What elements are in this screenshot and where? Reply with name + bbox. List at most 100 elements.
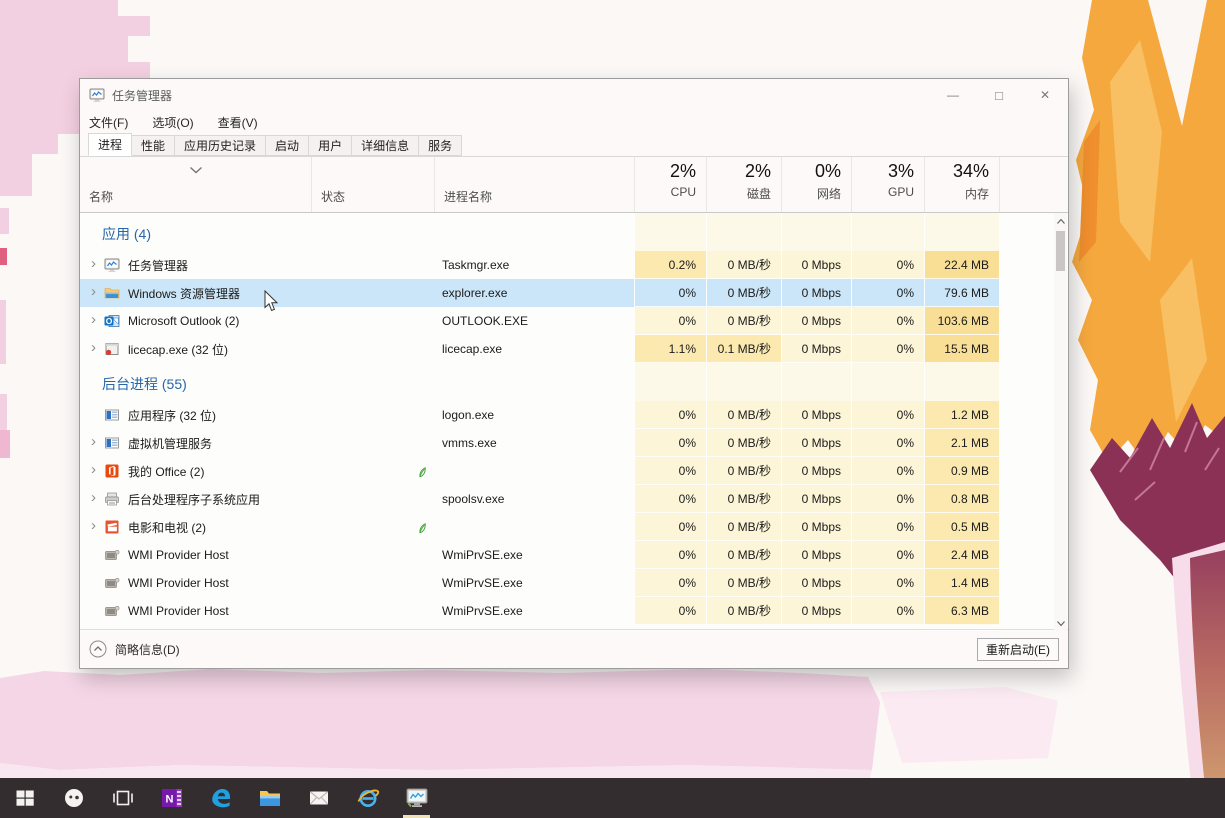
scrollbar-thumb[interactable] (1056, 231, 1065, 271)
column-network[interactable]: 0% 网络 (781, 157, 851, 212)
titlebar[interactable]: 任务管理器 — □ ✕ (80, 79, 1068, 111)
cpu-value: 0% (634, 307, 706, 335)
taskbar-mail-button[interactable] (294, 778, 343, 818)
table-row[interactable]: › 任务管理器 Taskmgr.exe 0.2% 0 MB/秒 0 Mbps 0… (80, 251, 1068, 279)
taskbar-onenote-button[interactable]: N (147, 778, 196, 818)
column-name[interactable]: 名称 (80, 157, 311, 212)
process-name-label: Microsoft Outlook (2) (128, 314, 239, 328)
defaultapp-icon (104, 407, 120, 423)
table-row[interactable]: › 应用程序 (32 位) logon.exe 0% 0 MB/秒 0 Mbps… (80, 401, 1068, 429)
table-row[interactable]: › 后台处理程序子系统应用 spoolsv.exe 0% 0 MB/秒 0 Mb… (80, 485, 1068, 513)
process-group-header[interactable]: 应用 (4) (80, 213, 1068, 251)
maximize-button[interactable]: □ (976, 79, 1022, 111)
cpu-value: 0.2% (634, 251, 706, 279)
expand-chevron-icon[interactable]: › (91, 462, 104, 477)
process-name-label: 任务管理器 (128, 257, 188, 274)
column-status[interactable]: 状态 (311, 157, 434, 212)
process-name-label: 后台处理程序子系统应用 (128, 491, 260, 508)
process-group-header[interactable]: 后台进程 (55) (80, 363, 1068, 401)
process-name-label: 应用程序 (32 位) (128, 407, 216, 424)
menu-file[interactable]: 文件(F) (89, 114, 128, 131)
cpu-value: 0% (634, 597, 706, 625)
window-controls: — □ ✕ (930, 79, 1068, 111)
cpu-value: 0% (634, 401, 706, 429)
scrollbar[interactable] (1054, 213, 1067, 631)
column-header: 名称 状态 进程名称 2% CPU 2% 磁盘 0% 网络 3% GPU (80, 157, 1068, 213)
table-row[interactable]: › WMI Provider Host WmiPrvSE.exe 0% 0 MB… (80, 569, 1068, 597)
disk-value: 0 MB/秒 (706, 429, 781, 457)
memory-value: 22.4 MB (924, 251, 999, 279)
expand-chevron-icon[interactable]: › (91, 256, 104, 271)
tab-users[interactable]: 用户 (308, 135, 352, 156)
tab-startup[interactable]: 启动 (265, 135, 309, 156)
close-button[interactable]: ✕ (1022, 79, 1068, 111)
taskbar-file-explorer-button[interactable] (245, 778, 294, 818)
expand-chevron-icon[interactable]: › (91, 434, 104, 449)
process-list: 应用 (4) › 任务管理器 Taskmgr.exe 0.2% 0 MB/秒 0… (80, 213, 1068, 631)
scroll-down-icon[interactable] (1054, 615, 1067, 631)
tab-services[interactable]: 服务 (418, 135, 462, 156)
expand-chevron-icon[interactable]: › (91, 340, 104, 355)
menu-options[interactable]: 选项(O) (152, 114, 193, 131)
disk-value: 0 MB/秒 (706, 513, 781, 541)
tab-app-history[interactable]: 应用历史记录 (174, 135, 266, 156)
table-row[interactable]: › O Microsoft Outlook (2) OUTLOOK.EXE 0%… (80, 307, 1068, 335)
svg-text:N: N (165, 794, 173, 806)
wmi-icon (104, 603, 120, 619)
table-row[interactable]: › 电影和电视 (2) 0% 0 MB/秒 0 Mbps 0% 0.5 MB (80, 513, 1068, 541)
scroll-up-icon[interactable] (1054, 213, 1067, 229)
tab-processes[interactable]: 进程 (88, 133, 132, 156)
disk-value: 0 MB/秒 (706, 251, 781, 279)
memory-value: 1.4 MB (924, 569, 999, 597)
network-value: 0 Mbps (781, 569, 851, 597)
table-row[interactable]: › WMI Provider Host WmiPrvSE.exe 0% 0 MB… (80, 597, 1068, 625)
table-row[interactable]: › WMI Provider Host WmiPrvSE.exe 0% 0 MB… (80, 541, 1068, 569)
taskbar-task-view-button[interactable] (98, 778, 147, 818)
gpu-value: 0% (851, 401, 924, 429)
expand-chevron-icon[interactable]: › (91, 312, 104, 327)
table-row[interactable]: › Windows 资源管理器 explorer.exe 0% 0 MB/秒 0… (80, 279, 1068, 307)
network-value: 0 Mbps (781, 485, 851, 513)
column-gpu[interactable]: 3% GPU (851, 157, 924, 212)
cpu-value: 1.1% (634, 335, 706, 363)
gpu-value: 0% (851, 429, 924, 457)
column-process-name[interactable]: 进程名称 (434, 157, 634, 212)
memory-value: 0.8 MB (924, 485, 999, 513)
taskbar-cortana-button[interactable] (49, 778, 98, 818)
suspended-leaf-icon (413, 520, 428, 535)
expand-chevron-icon[interactable]: › (91, 518, 104, 533)
process-name-label: 虚拟机管理服务 (128, 435, 212, 452)
taskbar-edge-button[interactable] (196, 778, 245, 818)
cpu-value: 0% (634, 485, 706, 513)
details-toggle[interactable]: 简略信息(D) (89, 640, 180, 658)
tab-details[interactable]: 详细信息 (351, 135, 419, 156)
wmi-icon (104, 547, 120, 563)
suspended-leaf-icon (413, 464, 428, 479)
table-row[interactable]: › 我的 Office (2) 0% 0 MB/秒 0 Mbps 0% 0.9 … (80, 457, 1068, 485)
memory-value: 15.5 MB (924, 335, 999, 363)
expand-chevron-icon[interactable]: › (91, 490, 104, 505)
process-name-label: WMI Provider Host (128, 548, 229, 562)
chevron-up-circle-icon (89, 640, 107, 658)
licecap-icon (104, 341, 120, 357)
expand-chevron-icon[interactable]: › (91, 284, 104, 299)
taskbar-start-button[interactable] (0, 778, 49, 818)
restart-button[interactable]: 重新启动(E) (977, 638, 1059, 661)
taskbar: N (0, 778, 1225, 818)
menu-view[interactable]: 查看(V) (218, 114, 258, 131)
column-cpu[interactable]: 2% CPU (634, 157, 706, 212)
table-row[interactable]: › 虚拟机管理服务 vmms.exe 0% 0 MB/秒 0 Mbps 0% 2… (80, 429, 1068, 457)
column-memory[interactable]: 34% 内存 (924, 157, 999, 212)
gpu-value: 0% (851, 457, 924, 485)
taskbar-task-manager-button[interactable] (392, 778, 441, 818)
network-value: 0 Mbps (781, 401, 851, 429)
group-label: 应用 (4) (102, 224, 151, 244)
gpu-value: 0% (851, 541, 924, 569)
task-manager-icon (89, 87, 105, 103)
minimize-button[interactable]: — (930, 79, 976, 111)
taskbar-internet-explorer-button[interactable] (343, 778, 392, 818)
task-manager-window: 任务管理器 — □ ✕ 文件(F) 选项(O) 查看(V) 进程 性能 应用历史… (79, 78, 1069, 669)
tab-performance[interactable]: 性能 (131, 135, 175, 156)
table-row[interactable]: › licecap.exe (32 位) licecap.exe 1.1% 0.… (80, 335, 1068, 363)
column-disk[interactable]: 2% 磁盘 (706, 157, 781, 212)
